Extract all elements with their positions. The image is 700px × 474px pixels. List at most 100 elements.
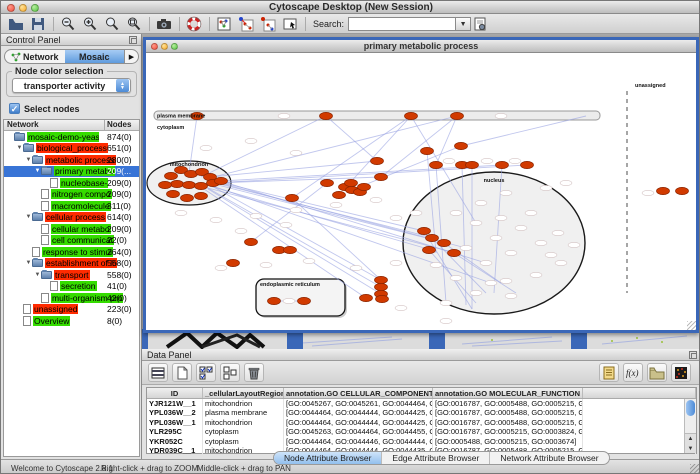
float-panel-icon[interactable] (129, 36, 137, 44)
network-node[interactable] (376, 295, 389, 302)
column-header[interactable]: ID (147, 388, 203, 398)
open-icon[interactable] (7, 15, 25, 32)
float-panel-icon[interactable] (689, 351, 697, 359)
save-icon[interactable] (29, 15, 47, 32)
network-node[interactable] (375, 276, 388, 283)
zoom-fit-icon[interactable] (103, 15, 121, 32)
expand-triangle-icon[interactable]: ▼ (25, 214, 32, 220)
table-row[interactable]: YJR121W__1mitochondrion[GO:0045267, GO:0… (147, 399, 696, 408)
table-row[interactable]: YKR052Ccytoplasm[GO:0044464, GO:0044446,… (147, 437, 696, 446)
tree-item-cell-communicat[interactable]: cell communicat22(0) (4, 235, 139, 247)
tree-item-metabolic-process[interactable]: ▼metabolic process280(0) (4, 154, 139, 166)
network-node[interactable] (227, 259, 240, 266)
import-folder-icon[interactable] (647, 363, 667, 382)
network-node[interactable] (676, 187, 689, 194)
tree-item-biological-process[interactable]: ▼biological_process651(0) (4, 143, 139, 155)
network-node[interactable] (375, 283, 388, 290)
network-node[interactable] (298, 297, 311, 304)
zoom-in-icon[interactable] (81, 15, 99, 32)
network-node[interactable] (286, 194, 299, 201)
tree-item-overview[interactable]: Overview8(0) (4, 315, 139, 327)
network-node[interactable] (375, 173, 388, 180)
network-node[interactable] (167, 190, 180, 197)
search-dropdown-button[interactable]: ▼ (456, 17, 471, 31)
network-node[interactable] (451, 112, 464, 119)
unselect-attrs-icon[interactable] (220, 363, 240, 382)
network-node[interactable] (321, 179, 334, 186)
network-node[interactable] (521, 161, 534, 168)
help-icon[interactable] (185, 15, 203, 32)
network-node[interactable] (466, 161, 479, 168)
expand-triangle-icon[interactable]: ▼ (25, 260, 32, 266)
network-node[interactable] (183, 181, 196, 188)
app-resize-grip[interactable] (690, 464, 700, 474)
expand-triangle-icon[interactable]: ▼ (25, 157, 32, 163)
network-node[interactable] (195, 182, 208, 189)
network-node[interactable] (448, 249, 461, 256)
table-row[interactable]: YPL036W__2plasma membrane[GO:0044464, GO… (147, 408, 696, 417)
network-node[interactable] (268, 297, 281, 304)
network-node[interactable] (320, 112, 333, 119)
column-header[interactable]: _cellularLayoutRegion (203, 388, 284, 398)
network-node[interactable] (426, 234, 439, 241)
tab-edge-attribute-browser[interactable]: Edge Attribute Browser (382, 452, 490, 464)
delete-icon[interactable] (244, 363, 264, 382)
tree-item-nucleobase-[interactable]: nucleobase-209(0) (4, 177, 139, 189)
table-scrollbar[interactable]: ▲▼ (684, 399, 696, 453)
network-node[interactable] (496, 161, 509, 168)
table-row[interactable]: YPL036W__1mitochondrion[GO:0044464, GO:0… (147, 418, 696, 427)
matrix-icon[interactable] (671, 363, 691, 382)
network-node[interactable] (371, 157, 384, 164)
tree-item-nitrogen-compo[interactable]: nitrogen compo209(0) (4, 189, 139, 201)
tree-item-transport[interactable]: ▼transport558(0) (4, 269, 139, 281)
layout-nodes-icon[interactable] (237, 15, 255, 32)
network-node[interactable] (358, 183, 371, 190)
expand-triangle-icon[interactable]: ▼ (34, 168, 41, 174)
network-node[interactable] (360, 294, 373, 301)
network-node[interactable] (333, 191, 346, 198)
tree-item-unassigned[interactable]: unassigned223(0) (4, 304, 139, 316)
network-node[interactable] (418, 227, 431, 234)
scrollbar-arrows[interactable]: ▲▼ (685, 433, 696, 453)
scrollbar-thumb[interactable] (686, 400, 695, 416)
column-header[interactable]: annotation.GO CELLULAR_COMPONENT (284, 388, 433, 398)
expand-triangle-icon[interactable]: ▼ (34, 272, 41, 278)
column-header[interactable]: annotation.GO MOLECULAR_FUNCTION (433, 388, 583, 398)
tab-network-attribute-browser[interactable]: Network Attribute Browser (490, 452, 608, 464)
tree-item-mosaic-demo-yeast[interactable]: mosaic-demo-yeast874(0) (4, 131, 139, 143)
network-node[interactable] (165, 172, 178, 179)
network-node[interactable] (421, 147, 434, 154)
search-config-icon[interactable] (471, 15, 489, 32)
network-node[interactable] (345, 179, 358, 186)
network-node[interactable] (215, 177, 228, 184)
tree-item-response-to-stimul[interactable]: response to stimul264(0) (4, 246, 139, 258)
network-node[interactable] (284, 246, 297, 253)
select-attrs-icon[interactable] (196, 363, 216, 382)
network-node[interactable] (159, 181, 172, 188)
tree-item-cellular-process[interactable]: ▼cellular process614(0) (4, 212, 139, 224)
tab-node-attribute-browser[interactable]: Node Attribute Browser (274, 452, 382, 464)
annotation-icon[interactable] (281, 15, 299, 32)
tree-item-primary-metabo[interactable]: ▼primary metabo209(... (4, 166, 139, 178)
table-row[interactable]: YLR295Ccytoplasm[GO:0045263, GO:0044464,… (147, 427, 696, 436)
network-node[interactable] (455, 142, 468, 149)
search-input[interactable] (348, 17, 456, 31)
network-node[interactable] (181, 194, 194, 201)
layout-edges-icon[interactable] (259, 15, 277, 32)
tree-item-multi-organism-pro[interactable]: multi-organism pro42(0) (4, 292, 139, 304)
network-node[interactable] (438, 239, 451, 246)
network-node[interactable] (657, 187, 670, 194)
network-node[interactable] (405, 112, 418, 119)
tab-mosaic[interactable]: Mosaic (65, 50, 125, 63)
network-node[interactable] (195, 192, 208, 199)
notepad-icon[interactable] (599, 363, 619, 382)
table-icon[interactable] (148, 363, 168, 382)
tree-item-secretion[interactable]: secretion41(0) (4, 281, 139, 293)
zoom-selected-icon[interactable] (125, 15, 143, 32)
node-color-dropdown[interactable]: transporter activity ▲▼ (12, 78, 131, 93)
tab-network[interactable]: Network (5, 50, 65, 63)
network-node[interactable] (430, 161, 443, 168)
network-overview-icon[interactable] (215, 15, 233, 32)
network-node[interactable] (423, 246, 436, 253)
network-canvas[interactable]: plasma membranecytoplasmmitochondrionnuc… (146, 53, 696, 330)
